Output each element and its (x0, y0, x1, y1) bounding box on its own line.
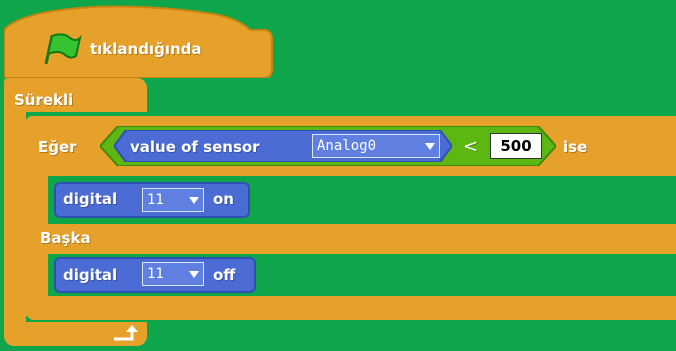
chevron-down-icon (425, 142, 435, 150)
sensor-label: value of sensor (130, 138, 260, 156)
if-label: Eğer (38, 138, 77, 156)
digital-off-pin-value: 11 (147, 266, 164, 282)
sensor-dropdown-value: Analog0 (317, 138, 377, 154)
then-label: ise (563, 138, 588, 156)
operator-symbol: < (463, 136, 479, 157)
hat-label: tıklandığında (90, 40, 202, 58)
digital-on-label: digital (63, 190, 118, 208)
comparison-value-input[interactable]: 500 (490, 133, 542, 159)
loop-arrow-icon (112, 324, 140, 346)
else-section (26, 224, 676, 254)
when-flag-clicked-block[interactable]: tıklandığında (4, 0, 274, 78)
digital-on-pin-dropdown[interactable]: 11 (142, 188, 204, 212)
digital-off-label: digital (63, 266, 118, 284)
green-flag-icon (42, 32, 82, 70)
chevron-down-icon (189, 196, 199, 204)
digital-on-state: on (213, 190, 234, 208)
digital-off-pin-dropdown[interactable]: 11 (142, 262, 204, 286)
forever-left-arm (4, 110, 26, 330)
digital-off-state: off (213, 266, 236, 284)
forever-label: Sürekli (14, 91, 74, 109)
chevron-down-icon (189, 270, 199, 278)
sensor-dropdown[interactable]: Analog0 (312, 134, 440, 158)
digital-on-pin-value: 11 (147, 192, 164, 208)
else-label: Başka (40, 229, 91, 247)
if-else-bottom (26, 296, 676, 320)
